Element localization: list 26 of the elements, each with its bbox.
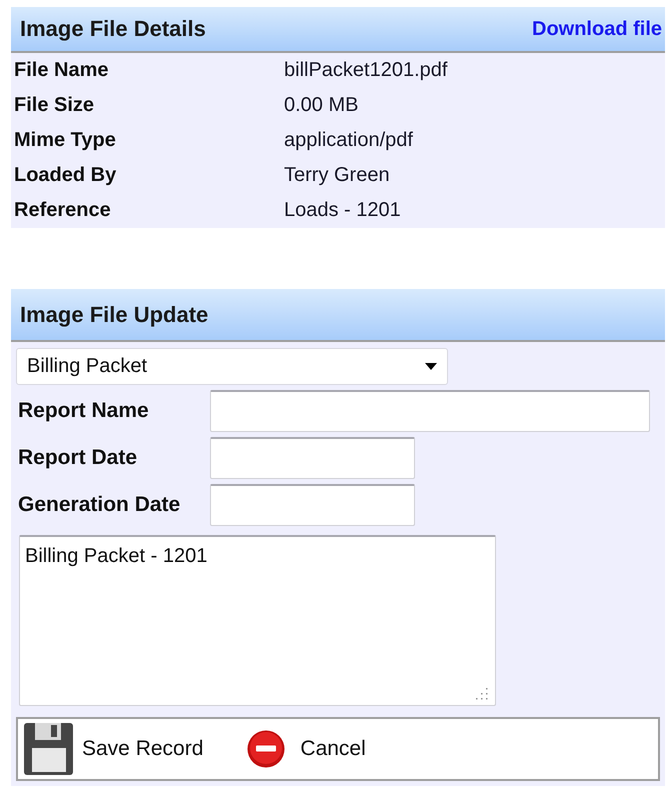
caret-icon (425, 363, 437, 370)
download-link[interactable]: Download file (532, 18, 662, 40)
report-type-dropdown[interactable]: Billing Packet (16, 348, 448, 385)
detail-label: Loaded By (14, 164, 118, 187)
detail-label: Mime Type (14, 129, 117, 152)
detail-value: 0.00 MB (284, 94, 358, 117)
panel-title: Image File Details (20, 16, 206, 42)
input-field[interactable] (210, 437, 415, 479)
panel-title: Image File Update (20, 302, 208, 328)
detail-value: billPacket1201.pdf (284, 59, 448, 82)
field-label: Report Date (17, 446, 138, 470)
detail-label: File Size (14, 94, 96, 117)
input-field[interactable] (210, 390, 650, 432)
field-label: Generation Date (17, 493, 182, 517)
save-button[interactable]: Save Record (24, 723, 204, 775)
detail-value: Terry Green (284, 164, 390, 187)
detail-value: application/pdf (284, 129, 413, 152)
detail-label: File Name (14, 59, 110, 82)
detail-value: Loads - 1201 (284, 199, 401, 222)
input-field[interactable] (210, 484, 415, 526)
resize-grip-icon[interactable] (476, 688, 488, 700)
minus-circle-icon (247, 730, 286, 768)
field-label: Report Name (17, 399, 150, 423)
notes-field[interactable]: Billing Packet - 1201 (19, 535, 496, 706)
cancel-button[interactable]: Cancel (247, 730, 366, 768)
detail-label: Reference (14, 199, 112, 222)
